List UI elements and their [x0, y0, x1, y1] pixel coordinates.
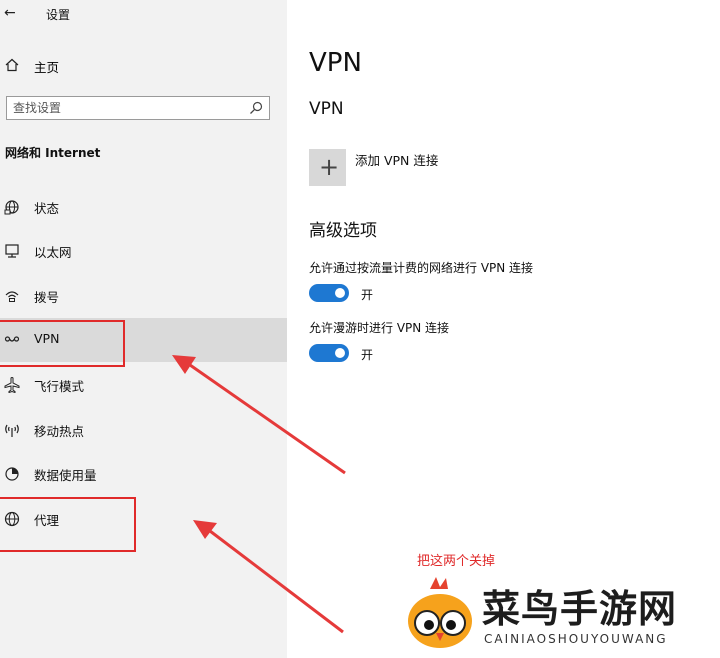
metered-vpn-state: 开	[361, 288, 374, 302]
sidebar-item-proxy[interactable]: 代理	[0, 497, 287, 541]
sidebar-item-label: 以太网	[34, 245, 72, 260]
search-input[interactable]	[13, 99, 238, 117]
back-arrow-icon[interactable]: ←	[4, 5, 16, 21]
ethernet-icon	[5, 244, 19, 258]
annotation-text: 把这两个关掉	[417, 554, 496, 569]
search-icon[interactable]	[249, 101, 263, 115]
sidebar-item-label: VPN	[34, 331, 60, 346]
hotspot-icon	[5, 424, 19, 437]
sidebar-item-dialup[interactable]: 拨号	[0, 274, 287, 318]
sidebar-item-vpn[interactable]: VPN	[0, 318, 287, 362]
toggle-knob	[335, 288, 345, 298]
watermark-subtext: CAINIAOSHOUYOUWANG	[484, 632, 668, 646]
sidebar-item-data-usage[interactable]: 数据使用量	[0, 452, 287, 496]
page-title: VPN	[309, 48, 362, 78]
sidebar-item-airplane[interactable]: 飞行模式	[0, 363, 287, 407]
globe-status-icon	[4, 200, 19, 215]
sidebar: ← 设置 主页 网络和 Internet 状态 以太网	[0, 0, 287, 658]
globe-icon	[4, 511, 20, 527]
sidebar-item-label: 数据使用量	[34, 468, 97, 483]
home-icon	[5, 58, 19, 72]
main-content: VPN VPN + 添加 VPN 连接 高级选项 允许通过按流量计费的网络进行 …	[287, 0, 720, 658]
metered-vpn-label: 允许通过按流量计费的网络进行 VPN 连接	[309, 261, 534, 275]
sidebar-item-status[interactable]: 状态	[0, 185, 287, 229]
sidebar-item-hotspot[interactable]: 移动热点	[0, 408, 287, 452]
vpn-heading: VPN	[309, 99, 344, 119]
toggle-knob	[335, 348, 345, 358]
section-title: 网络和 Internet	[5, 146, 101, 160]
sidebar-item-home[interactable]: 主页	[0, 54, 287, 78]
sidebar-item-label: 拨号	[34, 290, 60, 305]
sidebar-item-label: 代理	[34, 513, 60, 528]
add-vpn-button[interactable]: +	[309, 149, 346, 186]
vpn-icon	[4, 336, 20, 342]
roaming-vpn-label: 允许漫游时进行 VPN 连接	[309, 321, 450, 335]
metered-vpn-toggle[interactable]	[309, 284, 349, 302]
sidebar-item-label: 飞行模式	[34, 379, 85, 394]
data-usage-icon	[5, 467, 19, 481]
sidebar-item-ethernet[interactable]: 以太网	[0, 229, 287, 273]
dial-up-icon	[5, 291, 19, 302]
plus-icon: +	[319, 153, 340, 181]
sidebar-item-label: 移动热点	[34, 424, 85, 439]
add-vpn-label[interactable]: 添加 VPN 连接	[355, 150, 438, 169]
search-box[interactable]	[6, 96, 270, 120]
roaming-vpn-state: 开	[361, 348, 374, 362]
sidebar-item-label: 状态	[34, 201, 60, 216]
app-title: 设置	[46, 8, 71, 22]
roaming-vpn-toggle[interactable]	[309, 344, 349, 362]
airplane-icon	[4, 377, 20, 393]
advanced-options-heading: 高级选项	[309, 221, 377, 241]
watermark-text: 菜鸟手游网	[482, 586, 678, 631]
home-label: 主页	[34, 60, 60, 75]
watermark-logo	[408, 577, 472, 648]
